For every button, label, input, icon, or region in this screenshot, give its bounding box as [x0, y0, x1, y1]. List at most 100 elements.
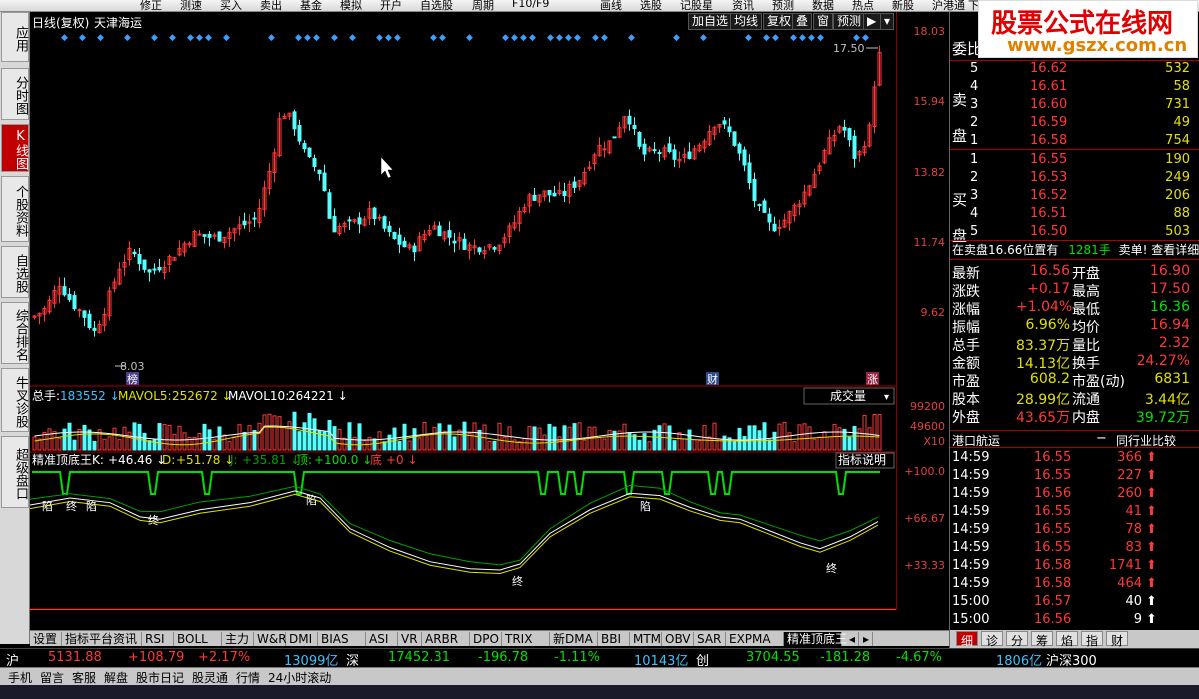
industry-compare-button[interactable]: 同行业比较 — [1116, 432, 1176, 449]
volume-bar — [387, 434, 392, 451]
quote-tab-3[interactable]: 筹 — [1031, 631, 1053, 648]
scroll-right-icon[interactable]: ▸ — [860, 632, 874, 646]
toolbar-item-5[interactable]: 模拟 — [340, 0, 362, 11]
toolbar-item-9[interactable]: F10/F9 — [512, 0, 549, 10]
sell-level-2[interactable]: 4 16.61 58 — [950, 79, 1190, 96]
indicator-tab-13[interactable]: TRIX — [502, 632, 550, 646]
quote-tab-4[interactable]: 焰 — [1056, 631, 1078, 648]
toolbar-item-13[interactable]: 资讯 — [732, 0, 754, 11]
bottom-bar-item-5[interactable]: 股灵通 — [192, 669, 228, 686]
price-axis-label: 15.94 — [913, 95, 946, 108]
bottom-bar-item-1[interactable]: 留言 — [40, 669, 64, 686]
up-arrow-icon: ⬆ — [1146, 594, 1157, 609]
buy-level-5[interactable]: 5 16.50 503 — [950, 224, 1190, 241]
indicator-tab-6[interactable]: W&R — [254, 632, 287, 646]
side-tab-2[interactable]: K线图 — [1, 124, 29, 172]
tick-time: 14:59 — [952, 522, 990, 537]
buy-level-2[interactable]: 2 16.53 249 — [950, 170, 1190, 187]
indicator-tab-16[interactable]: MTM — [630, 632, 662, 646]
toolbar-item-1[interactable]: 测速 — [180, 0, 202, 11]
toolbar-item-11[interactable]: 选股 — [640, 0, 662, 11]
quote-tab-2[interactable]: 分 — [1006, 631, 1028, 648]
bottom-bar-item-0[interactable]: 手机 — [8, 669, 32, 686]
side-tab-0[interactable]: 应用 — [1, 12, 29, 62]
level-volume: 206 — [1165, 188, 1190, 203]
signal-diamond-icon: ◆ — [169, 33, 176, 43]
toolbar-item-0[interactable]: 修正 — [140, 0, 162, 11]
collapse-icon[interactable]: − — [1096, 431, 1107, 446]
quote-tab-1[interactable]: 诊 — [981, 631, 1003, 648]
quote-tab-6[interactable]: 财 — [1106, 631, 1128, 648]
bottom-bar-item-6[interactable]: 行情 — [236, 669, 260, 686]
indicator-tab-15[interactable]: BBI — [598, 632, 630, 646]
indicator-tab-7[interactable]: DMI — [286, 632, 318, 646]
side-tab-3[interactable]: 个股资料 — [1, 176, 29, 242]
indicator-tab-9[interactable]: ASI — [366, 632, 398, 646]
indicator-tab-0[interactable]: 设置 — [30, 632, 62, 646]
buy-level-3[interactable]: 3 16.52 206 — [950, 188, 1190, 205]
sell-level-4[interactable]: 2 16.59 49 — [950, 115, 1190, 132]
stat-row: 总手 83.37万 量比 2.32 — [950, 335, 1199, 354]
toolbar-item-16[interactable]: 热点 — [852, 0, 874, 11]
quote-tab-0[interactable]: 细 — [956, 631, 978, 648]
signal-diamond-icon: ◆ — [529, 33, 536, 43]
indicator-tab-1[interactable]: 指标平台 — [62, 632, 113, 646]
toolbar-item-2[interactable]: 买入 — [220, 0, 242, 11]
signal-diamond-icon: ◆ — [124, 33, 131, 43]
side-tab-6[interactable]: 牛叉诊股 — [1, 368, 29, 432]
indicator-tab-18[interactable]: SAR — [694, 632, 726, 646]
indicator-tab-14[interactable]: 新DMA — [550, 632, 598, 646]
toolbar-item-18[interactable]: 沪港通 — [932, 0, 965, 11]
indicator-tab-2[interactable]: 资讯 — [110, 632, 142, 646]
volume-bar — [422, 421, 427, 451]
side-tab-1[interactable]: 分时图 — [1, 68, 29, 120]
toolbar-item-6[interactable]: 开户 — [380, 0, 402, 11]
indicator-tab-3[interactable]: RSI — [142, 632, 174, 646]
sell-level-3[interactable]: 3 16.60 731 — [950, 97, 1190, 114]
indicator-tab-4[interactable]: BOLL — [174, 632, 222, 646]
toolbar-item-8[interactable]: 周期 — [472, 0, 494, 11]
side-tab-7[interactable]: 超级盘口 — [1, 436, 29, 508]
indicator-tab-12[interactable]: DPO — [470, 632, 502, 646]
bottom-bar-item-3[interactable]: 解盘 — [104, 669, 128, 686]
toolbar-item-3[interactable]: 卖出 — [260, 0, 282, 11]
volume-bar — [877, 413, 882, 451]
indicator-tab-10[interactable]: VR — [398, 632, 422, 646]
indicator-tab-5[interactable]: 主力 — [222, 632, 254, 646]
volume-bar — [297, 431, 302, 451]
top-signal-line — [32, 471, 880, 495]
big-order-notice[interactable]: 在卖盘16.66位置有 1281手 卖单! 查看详细 — [952, 241, 1199, 258]
toolbar-item-7[interactable]: 自选股 — [420, 0, 453, 11]
buy-level-1[interactable]: 1 16.55 190 — [950, 152, 1190, 169]
toolbar-item-15[interactable]: 数据 — [812, 0, 834, 11]
bottom-bar-item-4[interactable]: 股市日记 — [136, 669, 184, 686]
stat-value: 16.94 — [1149, 317, 1190, 333]
toolbar-item-17[interactable]: 新股 — [892, 0, 914, 11]
level-number: 5 — [970, 224, 979, 239]
indicator-tab-8[interactable]: BIAS — [318, 632, 366, 646]
bottom-bar-item-7[interactable]: 24小时滚动 — [268, 669, 331, 686]
bottom-bar-item-2[interactable]: 客服 — [72, 669, 96, 686]
sell-level-1[interactable]: 5 16.62 532 — [950, 61, 1190, 78]
indicator-tab-11[interactable]: ARBR — [422, 632, 470, 646]
indicator-tab-19[interactable]: EXPMA — [726, 632, 784, 646]
toolbar-item-10[interactable]: 画线 — [600, 0, 622, 11]
volume-bar — [597, 437, 602, 451]
indicator-tab-20[interactable]: 精准顶底王 — [784, 632, 847, 646]
volume-bar — [742, 436, 747, 451]
scroll-left-icon[interactable]: ◂ — [846, 632, 860, 646]
indicator-signal-label: 终 — [826, 561, 837, 575]
kline-chart-area[interactable]: 日线(复权) 天津海运 加自选 均线 复权叠窗预测 ▶❙ ▾ ◆ ◆ ◆ ◆ ◆ ◆ ◆ ◆ ◆ ◆ ◆ ◆ ◆… — [30, 12, 896, 610]
quote-tab-5[interactable]: 指 — [1081, 631, 1103, 648]
buy-level-4[interactable]: 4 16.51 88 — [950, 206, 1190, 223]
view-detail-link[interactable]: 查看详细 — [1151, 243, 1199, 257]
indicator-tab-17[interactable]: OBV — [662, 632, 694, 646]
toolbar-item-14[interactable]: 预测 — [772, 0, 794, 11]
volume-bar — [497, 422, 502, 451]
side-tab-4[interactable]: 自选股 — [1, 246, 29, 298]
side-tab-5[interactable]: 综合排名 — [1, 302, 29, 364]
toolbar-item-12[interactable]: 记股星 — [680, 0, 713, 11]
toolbar-item-4[interactable]: 基金 — [300, 0, 322, 11]
sell-level-5[interactable]: 1 16.58 754 — [950, 133, 1190, 150]
mavol5-label: MAVOL5: — [118, 389, 172, 403]
